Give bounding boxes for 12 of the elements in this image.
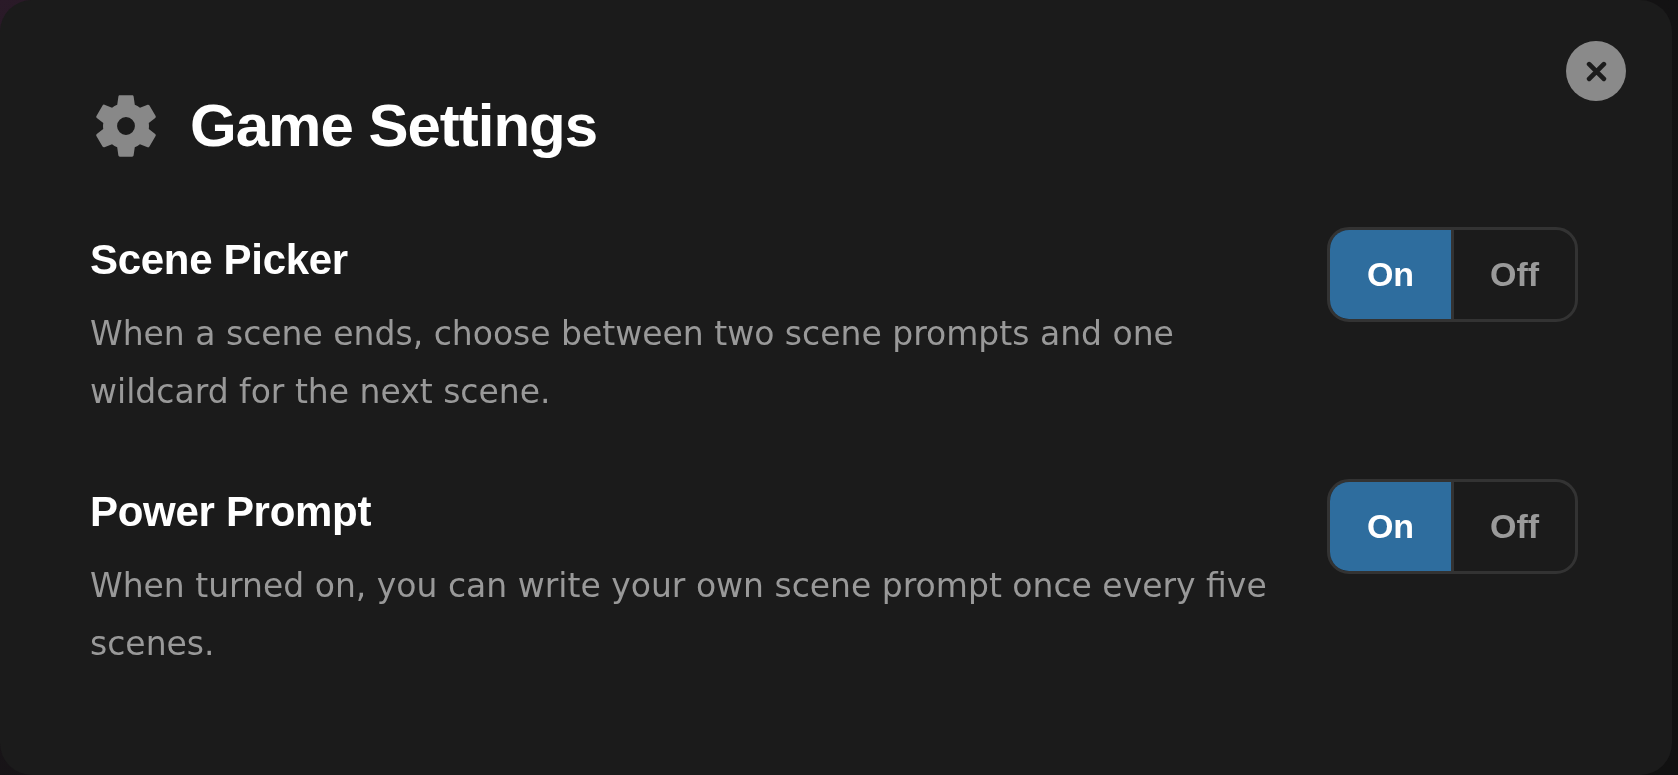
setting-description: When turned on, you can write your own scene prompt once every five scenes. <box>90 565 1268 665</box>
setting-description: When a scene ends, choose between two scene prompts and one wildcard for the next scene. <box>90 313 1175 413</box>
toggle-option[interactable]: Off <box>1451 230 1575 319</box>
setting-title: Power Prompt <box>90 487 373 537</box>
gear-icon <box>96 95 156 157</box>
toggle-option[interactable]: On <box>1330 482 1451 571</box>
setting-title: Scene Picker <box>90 235 349 285</box>
toggle-option[interactable]: On <box>1330 230 1451 319</box>
close-icon <box>1585 60 1607 82</box>
toggle-option[interactable]: Off <box>1451 482 1575 571</box>
dialog-title: Game Settings <box>190 91 598 161</box>
close-button[interactable] <box>1566 41 1626 101</box>
